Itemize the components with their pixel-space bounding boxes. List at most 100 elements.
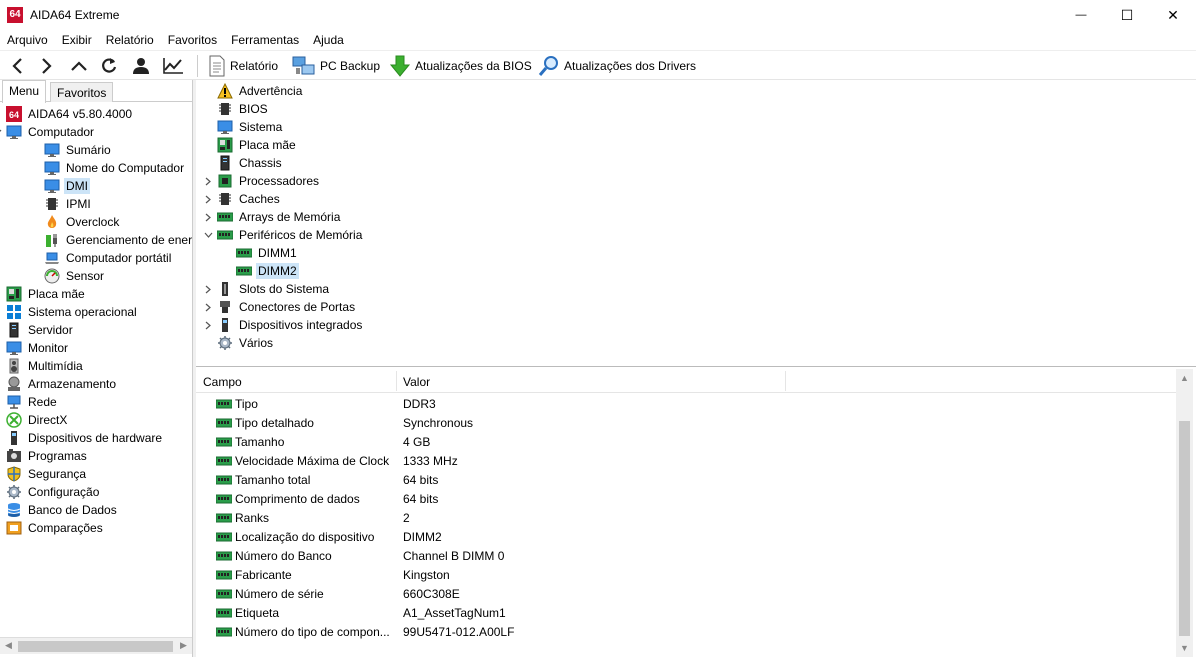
nav-item-overclock[interactable]: Overclock: [44, 213, 121, 231]
chevron-right-icon[interactable]: [203, 172, 213, 190]
nav-item-monitor[interactable]: Monitor: [6, 339, 70, 357]
nav-item-directx[interactable]: DirectX: [6, 411, 69, 429]
column-header-field[interactable]: Campo: [203, 375, 242, 389]
nav-item-placa-mae[interactable]: Placa mãe: [6, 285, 87, 303]
nav-item-dispositivos-de-hardware[interactable]: Dispositivos de hardware: [6, 429, 164, 447]
chart-button[interactable]: [160, 54, 186, 78]
horizontal-scrollbar[interactable]: ◀ ▶: [0, 637, 192, 654]
dmi-item-arrays-de-memoria[interactable]: Arrays de Memória: [217, 208, 342, 226]
table-row[interactable]: Número do tipo de compon... 99U5471-012.A…: [196, 622, 1176, 641]
menu-favoritos[interactable]: Favoritos: [161, 30, 224, 50]
table-row[interactable]: Comprimento de dados 64 bits: [196, 489, 1176, 508]
scrollbar-thumb[interactable]: [18, 641, 173, 652]
table-row[interactable]: Tamanho 4 GB: [196, 432, 1176, 451]
dmi-item-advertencia[interactable]: Advertência: [217, 82, 304, 100]
nav-item-sumario[interactable]: Sumário: [44, 141, 113, 159]
table-row[interactable]: Localização do dispositivo DIMM2: [196, 527, 1176, 546]
chevron-right-icon[interactable]: [0, 483, 2, 501]
vertical-scrollbar[interactable]: ▲ ▼: [1176, 369, 1193, 657]
menu-exibir[interactable]: Exibir: [55, 30, 99, 50]
close-button[interactable]: ✕: [1150, 0, 1196, 30]
chevron-down-icon[interactable]: [203, 226, 213, 244]
menu-ajuda[interactable]: Ajuda: [306, 30, 351, 50]
dmi-item-slots-do-sistema[interactable]: Slots do Sistema: [217, 280, 331, 298]
table-row[interactable]: Ranks 2: [196, 508, 1176, 527]
column-divider[interactable]: [785, 371, 786, 391]
chevron-right-icon[interactable]: [0, 447, 2, 465]
nav-item-comparacoes[interactable]: Comparações: [6, 519, 105, 537]
chevron-right-icon[interactable]: [0, 303, 2, 321]
chevron-right-icon[interactable]: [203, 280, 213, 298]
chevron-right-icon[interactable]: [0, 411, 2, 429]
chevron-right-icon[interactable]: [0, 285, 2, 303]
chevron-right-icon[interactable]: [0, 321, 2, 339]
chevron-right-icon[interactable]: [0, 339, 2, 357]
dmi-item-sistema[interactable]: Sistema: [217, 118, 284, 136]
maximize-button[interactable]: ☐: [1104, 0, 1150, 30]
dmi-item-chassis[interactable]: Chassis: [217, 154, 284, 172]
table-row[interactable]: Fabricante Kingston: [196, 565, 1176, 584]
table-row[interactable]: Número de série 660C308E: [196, 584, 1176, 603]
minimize-button[interactable]: —: [1058, 0, 1104, 30]
dmi-item-processadores[interactable]: Processadores: [217, 172, 321, 190]
nav-item-rede[interactable]: Rede: [6, 393, 59, 411]
driver-updates-button[interactable]: Atualizações dos Drivers: [538, 54, 696, 78]
up-button[interactable]: [66, 54, 92, 78]
dmi-item-dimm2[interactable]: DIMM2: [236, 262, 299, 280]
nav-item-ipmi[interactable]: IPMI: [44, 195, 93, 213]
chevron-right-icon[interactable]: [0, 501, 2, 519]
forward-button[interactable]: [34, 54, 60, 78]
tab-favoritos[interactable]: Favoritos: [50, 82, 114, 102]
chevron-right-icon[interactable]: [0, 357, 2, 375]
scrollbar-thumb[interactable]: [1179, 421, 1190, 636]
nav-item-banco-de-dados[interactable]: Banco de Dados: [6, 501, 119, 519]
chevron-down-icon[interactable]: [0, 123, 2, 141]
back-button[interactable]: [4, 54, 30, 78]
dmi-item-bios[interactable]: BIOS: [217, 100, 270, 118]
nav-item-programas[interactable]: Programas: [6, 447, 89, 465]
scroll-up-icon[interactable]: ▲: [1180, 373, 1189, 383]
chevron-right-icon[interactable]: [0, 429, 2, 447]
dmi-item-dispositivos-integrados[interactable]: Dispositivos integrados: [217, 316, 364, 334]
nav-item-multimidia[interactable]: Multimídia: [6, 357, 85, 375]
nav-item-armazenamento[interactable]: Armazenamento: [6, 375, 118, 393]
nav-item-aida64-v5-80-4000[interactable]: 64 AIDA64 v5.80.4000: [6, 105, 134, 123]
chevron-right-icon[interactable]: [0, 519, 2, 537]
nav-item-dmi[interactable]: DMI: [44, 177, 90, 195]
chevron-right-icon[interactable]: [0, 375, 2, 393]
tab-menu[interactable]: Menu: [2, 80, 47, 103]
chevron-right-icon[interactable]: [0, 393, 2, 411]
menu-arquivo[interactable]: Arquivo: [0, 30, 55, 50]
dmi-item-perifericos-de-memoria[interactable]: Periféricos de Memória: [217, 226, 364, 244]
report-button[interactable]: Relatório: [208, 54, 278, 78]
pc-backup-button[interactable]: PC Backup: [292, 54, 380, 78]
dmi-item-conectores-de-portas[interactable]: Conectores de Portas: [217, 298, 357, 316]
scroll-left-icon[interactable]: ◀: [5, 640, 12, 651]
nav-item-computador[interactable]: Computador: [6, 123, 96, 141]
nav-item-sistema-operacional[interactable]: Sistema operacional: [6, 303, 139, 321]
dmi-item-placa-mae[interactable]: Placa mãe: [217, 136, 298, 154]
scroll-right-icon[interactable]: ▶: [180, 640, 187, 651]
chevron-right-icon[interactable]: [203, 190, 213, 208]
dmi-item-varios[interactable]: Vários: [217, 334, 275, 352]
nav-item-servidor[interactable]: Servidor: [6, 321, 75, 339]
column-divider[interactable]: [396, 371, 397, 391]
chevron-right-icon[interactable]: [203, 208, 213, 226]
table-row[interactable]: Velocidade Máxima de Clock 1333 MHz: [196, 451, 1176, 470]
nav-item-nome-do-computador[interactable]: Nome do Computador: [44, 159, 186, 177]
nav-item-configuracao[interactable]: Configuração: [6, 483, 101, 501]
dmi-item-caches[interactable]: Caches: [217, 190, 282, 208]
column-header-value[interactable]: Valor: [403, 375, 430, 389]
chevron-right-icon[interactable]: [203, 298, 213, 316]
scroll-down-icon[interactable]: ▼: [1180, 643, 1189, 653]
nav-item-seguranca[interactable]: Segurança: [6, 465, 88, 483]
chevron-right-icon[interactable]: [0, 465, 2, 483]
user-button[interactable]: [128, 54, 154, 78]
table-row[interactable]: Número do Banco Channel B DIMM 0: [196, 546, 1176, 565]
table-row[interactable]: Tamanho total 64 bits: [196, 470, 1176, 489]
table-row[interactable]: Tipo DDR3: [196, 394, 1176, 413]
table-row[interactable]: Etiqueta A1_AssetTagNum1: [196, 603, 1176, 622]
dmi-item-dimm1[interactable]: DIMM1: [236, 244, 299, 262]
chevron-right-icon[interactable]: [203, 316, 213, 334]
nav-item-computador-portatil[interactable]: Computador portátil: [44, 249, 173, 267]
